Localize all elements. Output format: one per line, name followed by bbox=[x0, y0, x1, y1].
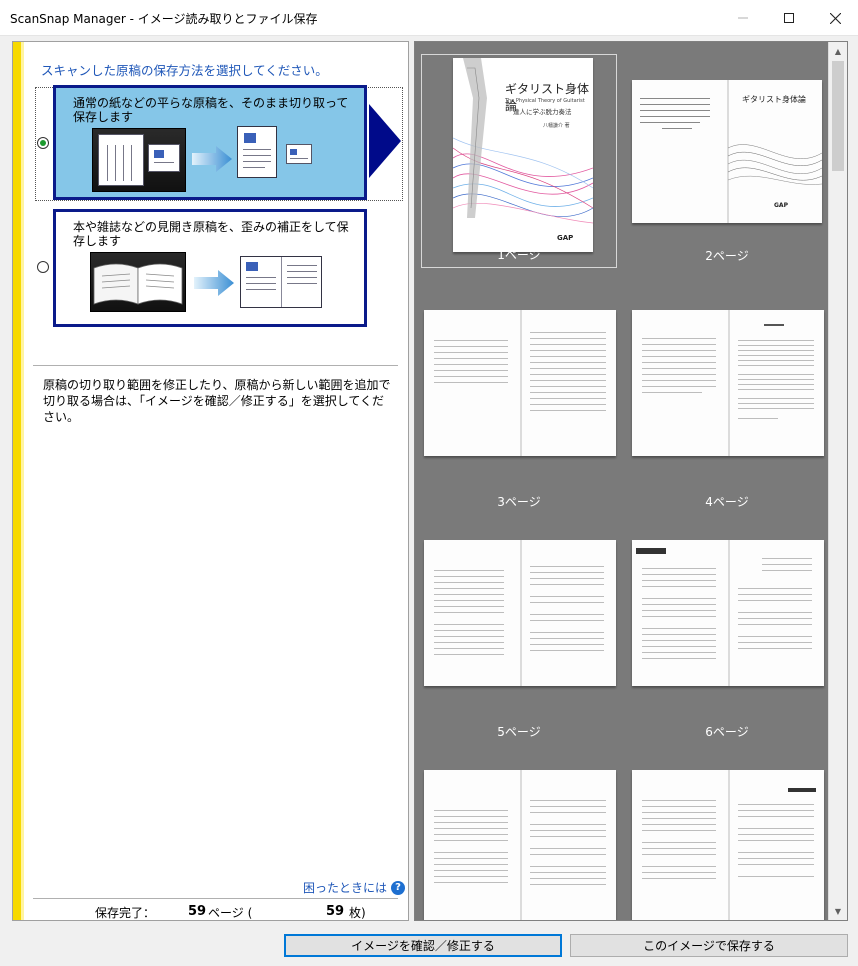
arrow-right-icon bbox=[194, 270, 234, 296]
thumbnail-scrollbar[interactable]: ▲ ▼ bbox=[828, 42, 847, 920]
page-image bbox=[632, 540, 824, 686]
option-flat-label: 通常の紙などの平らな原稿を、そのまま切り取って保存します bbox=[73, 96, 349, 124]
info-text: 原稿の切り取り範囲を修正したり、原稿から新しい範囲を追加で切り取る場合は、「イメ… bbox=[43, 378, 391, 424]
page-image bbox=[424, 540, 616, 686]
page-image bbox=[424, 770, 616, 920]
help-icon: ? bbox=[391, 880, 406, 895]
option-book-spread[interactable]: 本や雑誌などの見開き原稿を、歪みの補正をして保存します bbox=[53, 209, 367, 327]
flat-document-illustration bbox=[92, 126, 352, 198]
maximize-icon bbox=[784, 13, 794, 23]
selection-pointer bbox=[369, 104, 401, 178]
thumbnail-page-3[interactable]: 3ページ bbox=[421, 300, 617, 514]
panel-heading: スキャンした原稿の保存方法を選択してください。 bbox=[41, 63, 328, 78]
thumbnail-page-7[interactable] bbox=[421, 760, 617, 920]
status-page-unit: ページ ( bbox=[208, 906, 253, 920]
radio-flat-document[interactable] bbox=[37, 137, 49, 149]
page2-title: ギタリスト身体論 bbox=[742, 95, 806, 104]
page-image bbox=[424, 310, 616, 456]
scroll-down-icon[interactable]: ▼ bbox=[829, 902, 847, 920]
thumbnail-page-1[interactable]: ギタリスト身体論 The Physical Theory of Guitaris… bbox=[421, 54, 617, 268]
thumbnail-page-2[interactable]: ギタリスト身体論 GAP 2ページ bbox=[629, 54, 825, 268]
cover-logo: GAP bbox=[557, 234, 574, 242]
cover-image: ギタリスト身体論 The Physical Theory of Guitaris… bbox=[453, 58, 593, 252]
cover-author: 八幡謙介 著 bbox=[543, 123, 570, 129]
save-method-panel: スキャンした原稿の保存方法を選択してください。 通常の紙などの平らな原稿を、その… bbox=[12, 41, 409, 921]
scroll-up-icon[interactable]: ▲ bbox=[829, 42, 847, 60]
scroll-thumb[interactable] bbox=[832, 61, 844, 171]
option-book-label: 本や雑誌などの見開き原稿を、歪みの補正をして保存します bbox=[73, 220, 349, 248]
option-flat-document[interactable]: 通常の紙などの平らな原稿を、そのまま切り取って保存します bbox=[53, 85, 367, 200]
section-divider bbox=[33, 365, 398, 366]
thumbnail-page-8[interactable] bbox=[629, 760, 825, 920]
help-link[interactable]: 困ったときには ? bbox=[303, 879, 406, 896]
page-label: 5ページ bbox=[497, 725, 541, 739]
maximize-button[interactable] bbox=[766, 0, 812, 36]
book-spread-illustration bbox=[90, 252, 350, 320]
page-image: ギタリスト身体論 GAP bbox=[632, 80, 822, 223]
page-label: 3ページ bbox=[497, 495, 541, 509]
thumbnail-page-6[interactable]: 6ページ bbox=[629, 530, 825, 744]
page-label: 2ページ bbox=[705, 249, 749, 263]
save-image-button[interactable]: このイメージで保存する bbox=[570, 934, 848, 957]
page-label: 4ページ bbox=[705, 495, 749, 509]
arrow-right-icon bbox=[192, 146, 232, 172]
cover-subtitle: The Physical Theory of Guitarist bbox=[505, 98, 585, 104]
radio-book-spread[interactable] bbox=[37, 261, 49, 273]
status-label: 保存完了： bbox=[95, 906, 156, 920]
status-sheet-unit: 枚) bbox=[349, 906, 366, 920]
thumbnail-panel: ギタリスト身体論 The Physical Theory of Guitaris… bbox=[414, 41, 848, 921]
accent-stripe bbox=[13, 42, 24, 920]
close-button[interactable] bbox=[812, 0, 858, 36]
minimize-icon bbox=[738, 17, 748, 19]
title-bar: ScanSnap Manager - イメージ読み取りとファイル保存 bbox=[0, 0, 858, 36]
page-image bbox=[632, 310, 824, 456]
close-icon bbox=[829, 12, 841, 24]
status-divider bbox=[33, 898, 398, 899]
page-image bbox=[632, 770, 824, 920]
page-label: 1ページ bbox=[497, 248, 541, 262]
help-link-label: 困ったときには bbox=[303, 881, 388, 895]
confirm-edit-button[interactable]: イメージを確認／修正する bbox=[284, 934, 562, 957]
status-page-count: 59 bbox=[188, 904, 207, 919]
minimize-button[interactable] bbox=[720, 0, 766, 36]
page-label: 6ページ bbox=[705, 725, 749, 739]
status-sheet-count: 59 bbox=[326, 904, 345, 919]
thumbnail-page-4[interactable]: 4ページ bbox=[629, 300, 825, 514]
window-title: ScanSnap Manager - イメージ読み取りとファイル保存 bbox=[10, 12, 318, 26]
thumbnail-page-5[interactable]: 5ページ bbox=[421, 530, 617, 744]
cover-tagline: 達人に学ぶ脱力奏法 bbox=[513, 108, 572, 116]
page2-logo: GAP bbox=[774, 202, 788, 209]
